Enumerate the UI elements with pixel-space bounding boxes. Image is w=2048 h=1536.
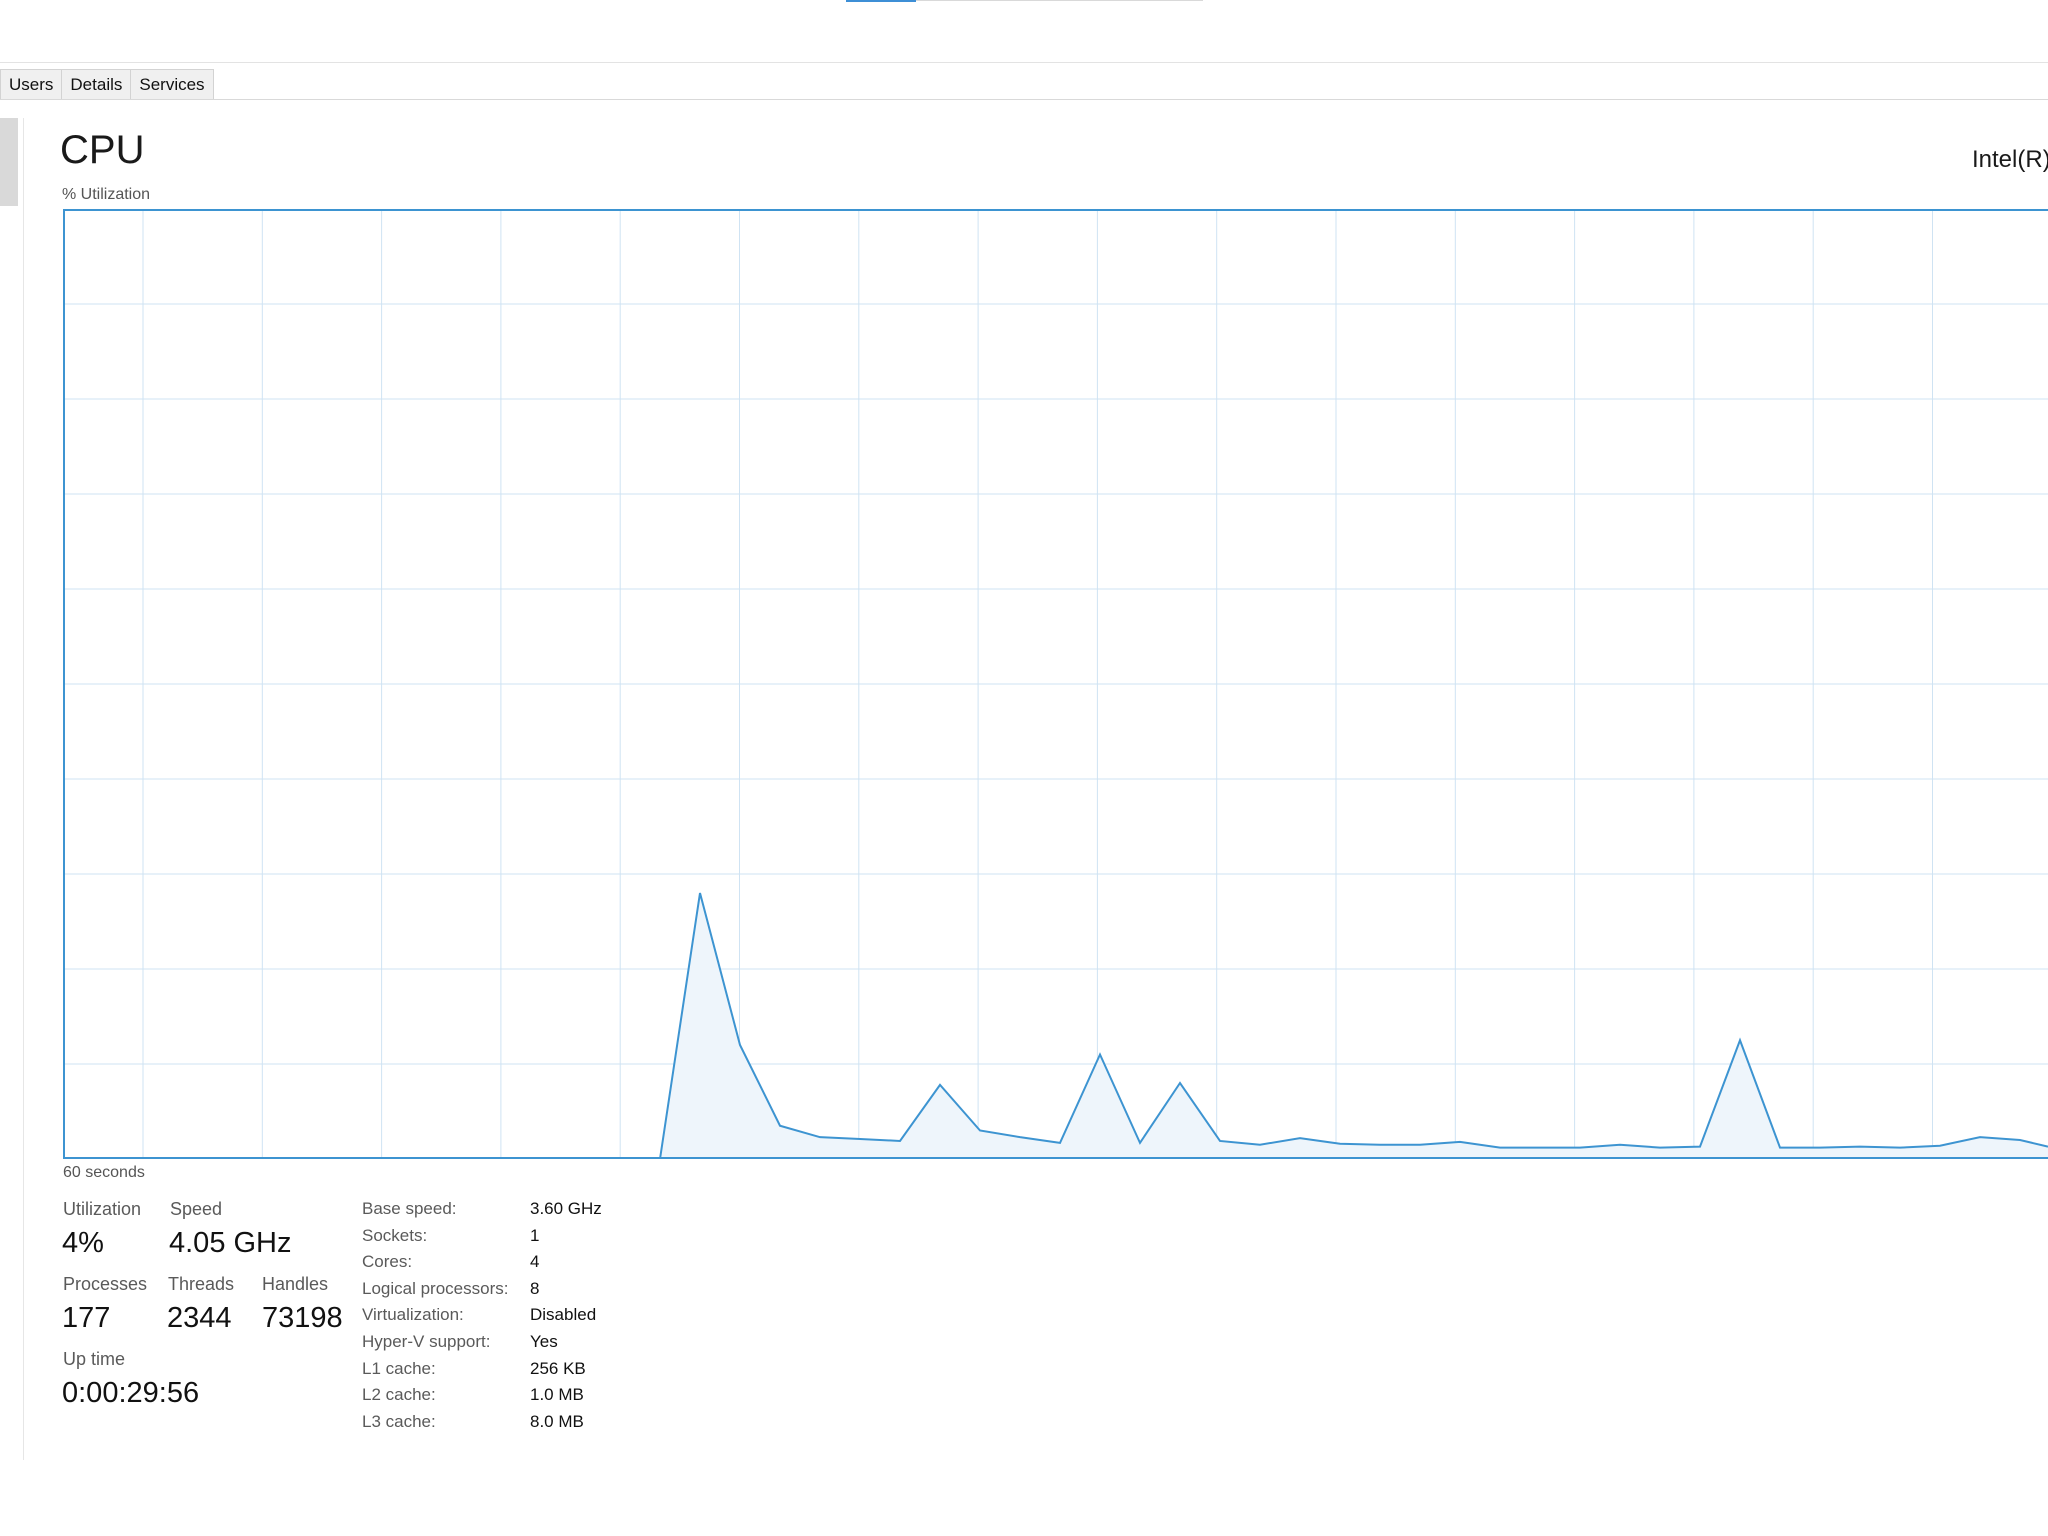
tab-services[interactable]: Services — [130, 69, 214, 99]
spec-row: Logical processors: 8 — [362, 1279, 602, 1306]
selected-indicator — [846, 0, 916, 2]
cpu-model-name: Intel(R) — [1972, 146, 2048, 173]
spec-key: L2 cache: — [362, 1385, 436, 1405]
sidebar-divider — [23, 118, 24, 1460]
spec-row: Cores: 4 — [362, 1252, 602, 1279]
spec-value: 256 KB — [530, 1358, 586, 1378]
tab-details[interactable]: Details — [61, 69, 132, 99]
uptime-value: 0:00:29:56 — [62, 1377, 200, 1409]
cpu-area-fill — [63, 893, 2048, 1159]
spec-value: Yes — [530, 1331, 558, 1351]
processes-value: 177 — [62, 1302, 111, 1334]
handles-label: Handles — [262, 1274, 329, 1294]
spec-row: L2 cache: 1.0 MB — [362, 1385, 602, 1412]
spec-key: Hyper-V support: — [362, 1331, 491, 1351]
cpu-utilization-chart — [63, 209, 2048, 1159]
time-axis-label: 60 seconds — [63, 1164, 145, 1181]
sidebar-selected-item[interactable] — [0, 118, 18, 206]
top-strip — [0, 0, 2048, 63]
page-title: CPU — [60, 128, 145, 172]
utilization-value: 4% — [62, 1227, 104, 1259]
spec-row: L1 cache: 256 KB — [362, 1359, 602, 1386]
cpu-specs-table: Base speed: 3.60 GHz Sockets: 1 Cores: 4 Lo… — [362, 1199, 602, 1438]
speed-label: Speed — [170, 1199, 223, 1219]
spec-key: Base speed: — [362, 1199, 457, 1218]
spec-row: Hyper-V support: Yes — [362, 1332, 602, 1359]
spec-value: 4 — [530, 1252, 540, 1272]
top-divider — [916, 0, 1203, 1]
spec-key: Logical processors: — [362, 1278, 509, 1298]
spec-row: L3 cache: 8.0 MB — [362, 1412, 602, 1439]
processes-label: Processes — [63, 1274, 148, 1294]
spec-key: Virtualization: — [362, 1305, 464, 1325]
handles-value: 73198 — [262, 1302, 343, 1334]
utilization-label: Utilization — [63, 1199, 142, 1219]
spec-row: Base speed: 3.60 GHz — [362, 1199, 602, 1226]
tab-users[interactable]: Users — [0, 69, 63, 99]
spec-key: Cores: — [362, 1252, 413, 1272]
spec-key: L1 cache: — [362, 1358, 436, 1378]
spec-row: Virtualization: Disabled — [362, 1305, 602, 1332]
spec-row: Sockets: 1 — [362, 1226, 602, 1253]
uptime-label: Up time — [63, 1349, 126, 1369]
spec-value: 1 — [530, 1225, 540, 1245]
utilization-axis-label: % Utilization — [62, 186, 151, 203]
speed-value: 4.05 GHz — [169, 1227, 292, 1259]
spec-key: Sockets: — [362, 1225, 428, 1245]
spec-value: 8.0 MB — [530, 1411, 584, 1431]
spec-value: 1.0 MB — [530, 1385, 584, 1405]
threads-value: 2344 — [167, 1302, 232, 1334]
cpu-utilization-graph — [63, 209, 2048, 1159]
spec-value: 8 — [530, 1278, 540, 1298]
spec-value: Disabled — [530, 1305, 597, 1325]
spec-key: L3 cache: — [362, 1411, 436, 1431]
tab-strip: Users Details Services — [0, 69, 2048, 100]
spec-value: 3.60 GHz — [530, 1199, 602, 1218]
threads-label: Threads — [168, 1274, 235, 1294]
